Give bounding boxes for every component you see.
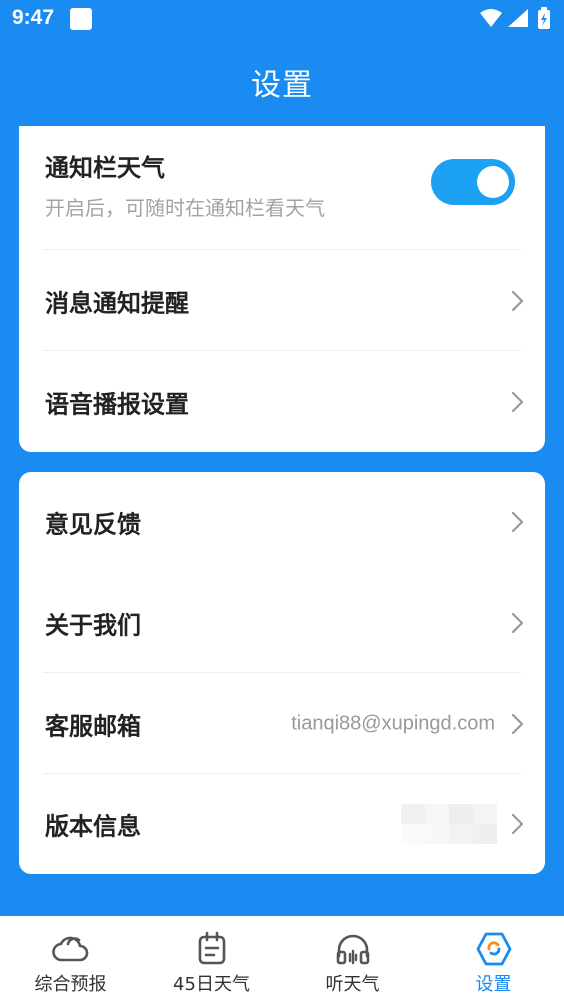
about-us-row[interactable]: 关于我们 — [19, 572, 545, 673]
voice-broadcast-row[interactable]: 语音播报设置 — [19, 351, 545, 452]
chevron-right-icon — [511, 713, 524, 734]
message-notification-row[interactable]: 消息通知提醒 — [19, 250, 545, 351]
support-email-value: tianqi88@xupingd.com — [291, 712, 495, 734]
message-notification-label: 消息通知提醒 — [45, 289, 189, 317]
feedback-row[interactable]: 意见反馈 — [19, 472, 545, 572]
settings-card-about: 意见反馈 关于我们 客服邮箱 tianqi88@xupingd.com 版本信息 — [19, 472, 545, 874]
notification-weather-toggle[interactable] — [431, 159, 515, 205]
battery-icon — [538, 7, 550, 29]
chevron-right-icon — [511, 511, 524, 533]
settings-icon — [476, 932, 511, 966]
nav-label: 综合预报 — [34, 974, 107, 995]
support-email-row[interactable]: 客服邮箱 tianqi88@xupingd.com — [19, 673, 545, 774]
notification-weather-row[interactable]: 通知栏天气 开启后，可随时在通知栏看天气 — [19, 126, 545, 250]
feedback-label: 意见反馈 — [45, 510, 141, 539]
nav-label: 听天气 — [325, 974, 380, 995]
chevron-right-icon — [511, 391, 524, 412]
status-time: 9:47 — [12, 6, 55, 29]
status-bar: 9:47 — [0, 0, 564, 40]
notification-weather-title: 通知栏天气 — [45, 154, 165, 182]
calendar-icon — [198, 931, 225, 965]
chevron-right-icon — [511, 813, 524, 835]
nav-item-listen[interactable]: 听天气 — [282, 916, 423, 1004]
support-email-label: 客服邮箱 — [45, 712, 141, 740]
wifi-icon — [480, 9, 502, 27]
bottom-navigation: 综合预报 45日天气 听天气 设置 — [0, 916, 564, 1004]
version-info-row[interactable]: 版本信息 — [19, 774, 545, 874]
nav-item-45day[interactable]: 45日天气 — [141, 916, 282, 1004]
about-us-label: 关于我们 — [45, 611, 141, 639]
chevron-right-icon — [511, 612, 524, 633]
headphones-icon — [336, 934, 369, 965]
nav-label: 45日天气 — [173, 974, 250, 995]
notification-icon — [70, 8, 92, 30]
nav-item-forecast[interactable]: 综合预报 — [0, 916, 141, 1004]
nav-label: 设置 — [475, 974, 512, 995]
nav-item-settings[interactable]: 设置 — [423, 916, 564, 1004]
toggle-knob — [477, 166, 509, 198]
voice-broadcast-label: 语音播报设置 — [45, 390, 189, 418]
notification-weather-subtitle: 开启后，可随时在通知栏看天气 — [45, 196, 325, 220]
version-value-blurred — [401, 804, 497, 844]
version-info-label: 版本信息 — [45, 812, 141, 841]
status-icons — [478, 7, 554, 31]
cloud-icon — [51, 936, 88, 962]
signal-icon — [508, 9, 528, 27]
settings-card-notifications: 通知栏天气 开启后，可随时在通知栏看天气 消息通知提醒 语音播报设置 — [19, 126, 545, 452]
page-title: 设置 — [251, 68, 313, 103]
chevron-right-icon — [511, 290, 524, 311]
